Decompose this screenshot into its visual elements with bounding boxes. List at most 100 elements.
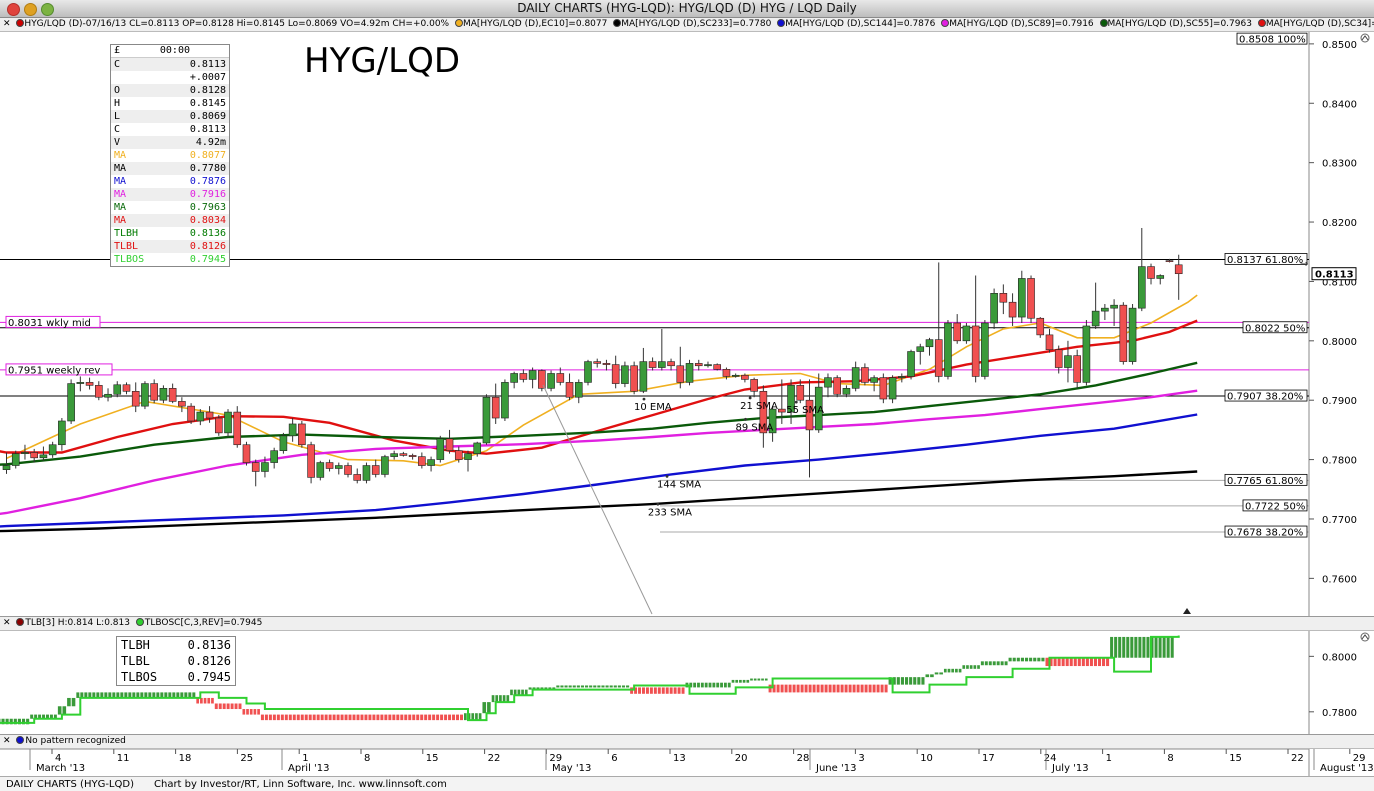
tlb-brick-up: [704, 682, 708, 688]
oscillator-legend-bar: ✕ TLB[3] H:0.814 L:0.813 TLBOSC[C,3,REV]…: [0, 616, 1374, 631]
tlb-brick-up: [482, 702, 487, 714]
ma-annotation: 233 SMA: [648, 507, 692, 518]
tlb-brick-up: [921, 677, 925, 685]
oscillator-legend-tlb[interactable]: TLB[3] H:0.814 L:0.813: [25, 618, 130, 628]
candle-down: [353, 474, 362, 481]
x-month-label: March '13: [36, 763, 85, 774]
tlb-brick-down: [1045, 657, 1049, 667]
tlb-brick-down: [348, 714, 352, 721]
tlb-brick-down: [428, 714, 432, 721]
tlb-brick-up: [572, 685, 576, 688]
x-tick-label: 6: [611, 753, 617, 764]
series-color-icon: [135, 618, 144, 626]
tlb-brick-down: [848, 684, 852, 693]
candle-down: [934, 339, 943, 377]
candle-down: [879, 377, 888, 400]
tlb-brick-down: [268, 714, 272, 721]
close-icon[interactable]: ✕: [3, 618, 11, 628]
tlb-brick-down: [1073, 657, 1077, 667]
tlb-brick-up: [727, 682, 731, 688]
tlb-brick-down: [412, 714, 416, 721]
tlb-brick-up: [605, 685, 609, 688]
tlb-brick-down: [657, 687, 661, 694]
tlb-brick-down: [1106, 657, 1110, 667]
candle-down: [778, 408, 786, 413]
data-window-value: 0.8128: [189, 85, 226, 96]
data-window-key: TLBOS: [114, 254, 145, 265]
footer-credit: Chart by Investor/RT, Linn Software, Inc…: [154, 779, 447, 790]
candle-down: [187, 405, 195, 422]
tlb-brick-down: [1069, 657, 1073, 667]
tlb-brick-down: [665, 687, 669, 694]
data-window-value: 0.7963: [189, 202, 226, 213]
tlb-brick-down: [246, 709, 249, 715]
tlb-brick-up: [564, 685, 568, 688]
y-tick-label: 0.8500: [1322, 40, 1357, 51]
candle-down: [676, 365, 685, 383]
tlb-brick-up: [609, 685, 613, 688]
candle-down: [999, 293, 1008, 303]
candle-down: [408, 455, 417, 457]
tlb-brick-down: [800, 684, 804, 693]
candle-up: [685, 363, 694, 383]
tlb-brick-down: [304, 714, 308, 721]
annotation-dot: [642, 397, 646, 401]
tlb-brick-up: [913, 677, 917, 685]
tlb-brick-down: [653, 687, 657, 694]
tlb-brick-down: [336, 714, 340, 721]
data-window-row: MA 0.7780: [111, 162, 229, 175]
data-window-value: 0.7916: [189, 189, 226, 200]
tlb-brick-up: [900, 677, 904, 685]
tlb-brick-down: [784, 684, 788, 693]
tlb-brick-up: [1146, 636, 1150, 658]
tlb-brick-down: [828, 684, 832, 693]
y-tick-label: 0.8000: [1322, 337, 1357, 348]
candle-up: [482, 396, 491, 444]
tlb-brick-up: [723, 682, 727, 688]
ma-annotation: 89 SMA: [736, 422, 774, 433]
tlb-brick-down: [203, 697, 207, 704]
close-icon[interactable]: ✕: [3, 736, 11, 746]
tlb-brick-down: [880, 684, 884, 693]
tlb-brick-up: [943, 668, 947, 673]
chart-window: DAILY CHARTS (HYG-LQD): HYG/LQD (D) HYG …: [0, 0, 1374, 791]
data-window-row: H 0.8145: [111, 97, 229, 110]
oscillator-box-value: 0.8126: [187, 654, 231, 668]
tlb-brick-up: [1162, 636, 1166, 658]
candle-down: [242, 444, 251, 463]
candle-down: [796, 385, 805, 401]
candle-up: [427, 459, 435, 466]
candle-up: [2, 465, 11, 470]
ma-annotation: 21 SMA: [740, 401, 778, 412]
tlb-brick-down: [844, 684, 848, 693]
candle-up: [261, 462, 269, 472]
candle-down: [667, 361, 675, 367]
data-window-key: V: [114, 137, 121, 148]
oscillator-legend-tlbosc[interactable]: TLBOSC[C,3,REV]=0.7945: [145, 618, 263, 628]
candle-up: [1128, 307, 1137, 362]
candle-down: [1036, 317, 1045, 336]
tlb-brick-down: [832, 684, 836, 693]
tlb-brick-up: [601, 685, 605, 688]
candle-up: [362, 465, 371, 481]
tlb-brick-down: [677, 687, 681, 694]
candle-up: [501, 382, 509, 419]
data-window-key: H: [114, 98, 121, 109]
x-tick-label: 1: [1106, 753, 1112, 764]
tlb-brick-down: [424, 714, 428, 721]
candle-up: [1082, 325, 1091, 383]
data-window-row: MA 0.7876: [111, 175, 229, 188]
candle-up: [1091, 310, 1100, 327]
candle-down: [538, 370, 546, 389]
tlb-brick-down: [661, 687, 665, 694]
tlb-brick-up: [67, 697, 71, 707]
data-window-value: +.0007: [189, 72, 226, 83]
tlb-brick-up: [1130, 636, 1134, 658]
x-month-label: June '13: [815, 763, 856, 774]
tlb-brick-down: [804, 684, 808, 693]
data-window-key: MA: [114, 176, 127, 187]
y-tick-label: 0.7900: [1322, 396, 1357, 407]
tlb-brick-down: [296, 714, 300, 721]
tlb-brick-up: [597, 685, 601, 688]
level-label: 0.8137 61.80%: [1227, 255, 1303, 266]
